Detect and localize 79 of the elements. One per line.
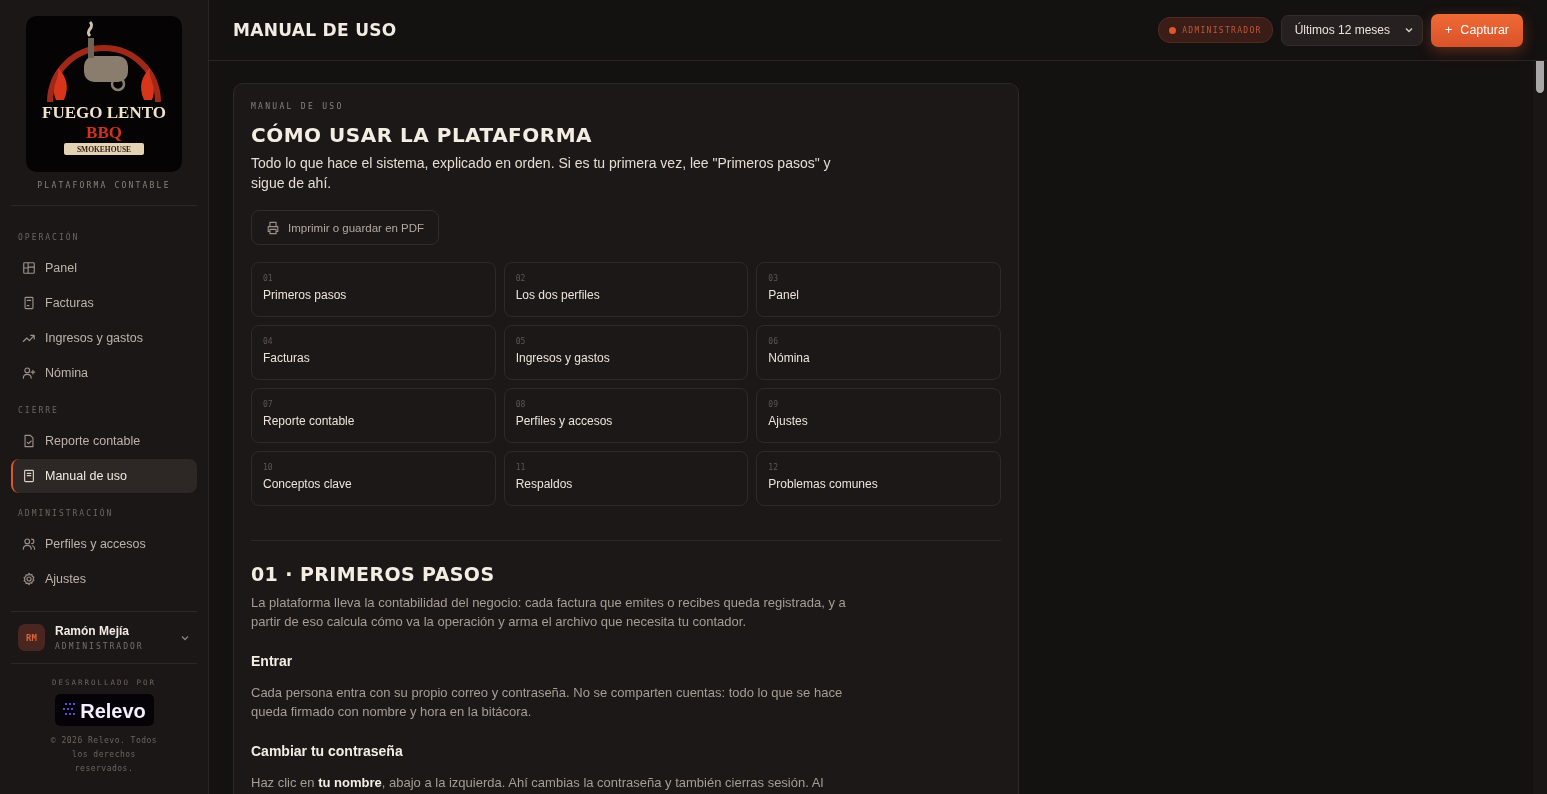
topic-number: 08 [515,400,527,409]
nav-item[interactable]: Ajustes [11,562,197,596]
topic-card[interactable]: 10 Conceptos clave [251,451,496,506]
user-name[interactable]: Ramón Mejía [55,624,170,638]
topic-number: 01 [263,274,274,283]
topic-number: 12 [768,463,779,472]
user-avatar[interactable]: RM [18,624,45,651]
period-select[interactable]: Últimos 12 meses [1280,14,1424,46]
printer-icon [266,220,280,235]
topic-number: 06 [768,337,779,346]
developer-logo[interactable]: Relevo [54,694,154,726]
section-heading: OPERACIÓN [18,233,81,242]
capture-button[interactable]: + Capturar [1431,13,1523,47]
topic-number: 02 [515,274,527,283]
topic-label: Facturas [263,351,311,365]
topic-number: 09 [768,400,779,409]
body-paragraph: Haz clic en tu nombre, abajo a la izquierda. Ahí cambias la contraseña y también cierras sesión. Al [251,774,825,792]
nav-item[interactable]: Facturas [11,286,197,320]
nav-item[interactable]: Perfiles y accesos [11,527,197,561]
topic-card[interactable]: 05 Ingresos y gastos [503,325,749,380]
topic-number: 03 [768,274,779,283]
manual-title: CÓMO USAR LA PLATAFORMA [251,123,594,147]
eyebrow-label: MANUAL DE USO [251,102,345,111]
logo-subtitle: BBQ [86,123,122,142]
topic-label: Perfiles y accesos [515,414,614,428]
topic-number: 04 [263,337,274,346]
chevron-down-icon [1404,25,1415,35]
topic-card[interactable]: 07 Reporte contable [251,388,496,443]
platform-subtitle: PLATAFORMA CONTABLE [36,181,172,190]
users-icon [22,537,36,551]
nav-item[interactable]: Manual de uso [11,459,197,493]
topic-label: Ingresos y gastos [515,351,611,365]
topic-card[interactable]: 02 Los dos perfiles [503,262,749,317]
body-paragraph: Cada persona entra con su propio correo y contraseña. No se comparten cuentas: todo lo que se hace queda firmado con nombre y hora en la bitácora. [251,684,844,721]
user-role: ADMINISTRADOR [55,642,145,651]
topic-card[interactable]: 09 Ajustes [756,388,1001,443]
nav-item[interactable]: Reporte contable [11,424,197,458]
topic-number: 11 [515,463,527,472]
topic-label: Problemas comunes [768,477,879,491]
developer-name: Relevo [79,700,146,722]
subheading: Cambiar tu contraseña [251,743,404,759]
book-icon [22,469,36,483]
layout-icon [22,261,36,275]
topic-number: 05 [515,337,527,346]
topic-card[interactable]: 08 Perfiles y accesos [503,388,749,443]
logo-name: FUEGO LENTO [42,103,166,122]
topic-label: Primeros pasos [263,288,348,302]
topic-card[interactable]: 03 Panel [756,262,1001,317]
intro-text: Todo lo que hace el sistema, explicado en orden. Si es tu primera vez, lee "Primeros pasos" y sigue de ahí. [251,154,831,193]
body-paragraph: La plataforma lleva la contabilidad del negocio: cada factura que emites o recibes queda registrada, y a partir de eso calcula cómo va la operación y arma el archivo que necesita tu contador. [251,594,847,631]
settings-icon [22,572,36,586]
topic-card[interactable]: 01 Primeros pasos [251,262,496,317]
section-heading: CIERRE [18,406,60,415]
user-plus-icon [22,366,36,380]
nav-item[interactable]: Ingresos y gastos [11,321,197,355]
topic-card[interactable]: 06 Nómina [756,325,1001,380]
topic-card[interactable]: 11 Respaldos [503,451,749,506]
document-icon [22,296,36,310]
topic-label: Panel [768,288,801,302]
role-badge: ADMINISTRADOR [1158,17,1273,43]
topic-card[interactable]: 04 Facturas [251,325,496,380]
topic-label: Los dos perfiles [515,288,601,302]
section-title: 01 · PRIMEROS PASOS [251,563,496,585]
topic-number: 10 [263,463,274,472]
section-heading: ADMINISTRACIÓN [18,509,115,518]
page-title: MANUAL DE USO [233,20,398,40]
nav-item[interactable]: Nómina [11,356,197,390]
subheading: Entrar [251,653,294,669]
nav-item[interactable]: Panel [11,251,197,285]
topic-label: Conceptos clave [263,477,353,491]
file-check-icon [22,434,36,448]
copyright-text: © 2026 Relevo. Todos los derechos reservados. [49,735,159,775]
topic-label: Ajustes [768,414,809,428]
print-button[interactable]: Imprimir o guardar en PDF [251,210,440,245]
topic-number: 07 [263,400,274,409]
topic-label: Nómina [768,351,811,365]
topic-card[interactable]: 12 Problemas comunes [756,451,1001,506]
topic-label: Respaldos [515,477,574,491]
topic-label: Reporte contable [263,414,356,428]
